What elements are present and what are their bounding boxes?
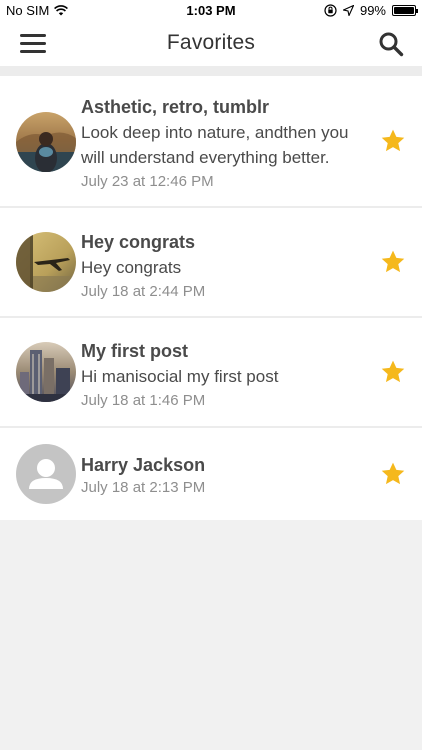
post-date: July 23 at 12:46 PM xyxy=(81,173,214,190)
favorites-list: Asthetic, retro, tumblr Look deep into n… xyxy=(0,76,422,520)
post-text: Look deep into nature, andthen you will … xyxy=(81,120,367,170)
avatar xyxy=(16,112,76,172)
post-title: Harry Jackson xyxy=(81,455,206,475)
avatar xyxy=(16,342,76,402)
avatar xyxy=(16,232,76,292)
post-date: July 18 at 1:46 PM xyxy=(81,392,206,409)
city-buildings-photo xyxy=(16,342,76,402)
post-title: Asthetic, retro, tumblr xyxy=(81,97,270,117)
list-item-body: Asthetic, retro, tumblr Look deep into n… xyxy=(81,96,367,192)
header-divider xyxy=(0,66,422,76)
list-item[interactable]: Asthetic, retro, tumblr Look deep into n… xyxy=(0,76,422,208)
post-date: July 18 at 2:44 PM xyxy=(81,283,206,300)
list-item[interactable]: Harry Jackson July 18 at 2:13 PM xyxy=(0,428,422,520)
star-icon[interactable] xyxy=(380,249,406,275)
post-text: Hi manisocial my first post xyxy=(81,367,279,386)
location-arrow-icon xyxy=(342,5,354,16)
post-text-line: Look deep into nature, andthen you xyxy=(81,123,349,142)
status-right: 99% xyxy=(324,3,418,18)
nav-bar: Favorites xyxy=(0,22,422,66)
battery-icon xyxy=(392,5,418,16)
default-user-icon xyxy=(16,444,76,504)
page-title: Favorites xyxy=(166,31,256,54)
star-icon[interactable] xyxy=(380,461,406,487)
search-icon[interactable] xyxy=(378,31,404,57)
post-date: July 18 at 2:13 PM xyxy=(81,479,206,496)
star-icon[interactable] xyxy=(380,359,406,385)
post-text-line: will understand everything better. xyxy=(81,148,330,167)
avatar xyxy=(16,444,76,504)
post-text: Hey congrats xyxy=(81,258,182,277)
battery-percent: 99% xyxy=(359,3,386,18)
airplane-window-photo xyxy=(16,232,76,292)
list-item-body: Hey congrats Hey congrats July 18 at 2:4… xyxy=(81,231,367,302)
list-item-body: My first post Hi manisocial my first pos… xyxy=(81,340,367,411)
nature-person-photo xyxy=(16,112,76,172)
star-icon[interactable] xyxy=(380,128,406,154)
post-title: My first post xyxy=(81,341,189,361)
list-item-body: Harry Jackson July 18 at 2:13 PM xyxy=(81,454,367,498)
orientation-lock-icon xyxy=(324,4,337,17)
list-item[interactable]: Hey congrats Hey congrats July 18 at 2:4… xyxy=(0,208,422,318)
status-bar: No SIM 1:03 PM 99% xyxy=(0,0,422,22)
battery-level xyxy=(394,7,414,14)
list-item[interactable]: My first post Hi manisocial my first pos… xyxy=(0,318,422,428)
post-title: Hey congrats xyxy=(81,232,196,252)
